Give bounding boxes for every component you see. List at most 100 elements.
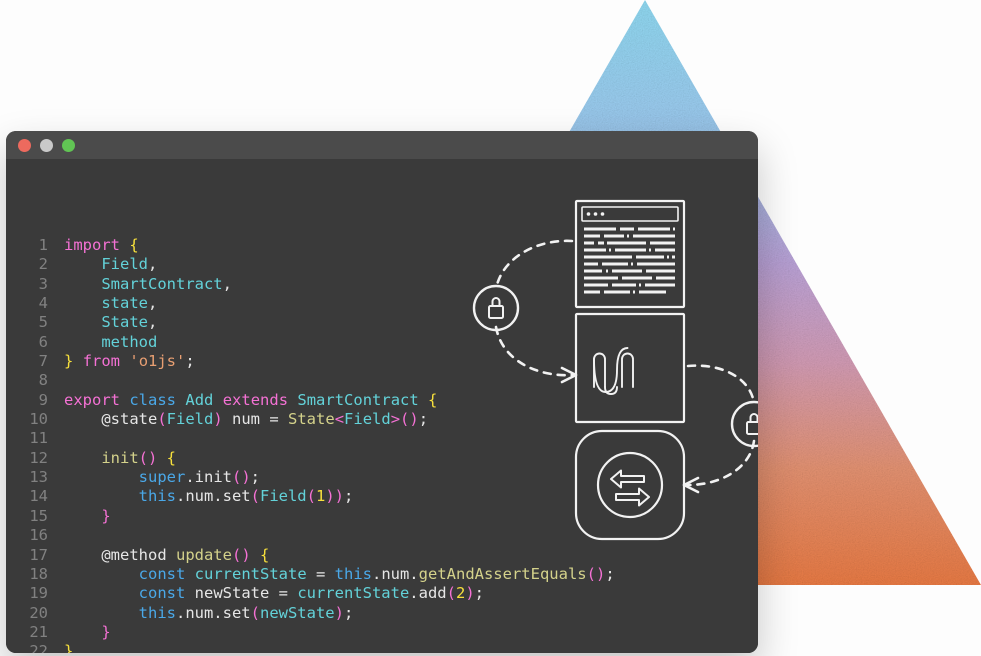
- code-token: super: [138, 468, 186, 487]
- code-token: }: [64, 642, 74, 653]
- code-tokens[interactable]: import {: [64, 236, 139, 254]
- code-line: 13 super.init();: [6, 468, 615, 487]
- code-token: ;: [418, 410, 429, 429]
- code-token: {: [129, 236, 139, 254]
- minimize-button[interactable]: [40, 138, 53, 152]
- code-token: .num.: [371, 564, 419, 583]
- code-tokens[interactable]: @state(Field) num = State<Field>();: [64, 410, 428, 428]
- code-token: SmartContract: [297, 390, 419, 409]
- code-tokens[interactable]: export class Add extends SmartContract {: [64, 391, 437, 409]
- code-tokens[interactable]: init() {: [64, 449, 176, 467]
- code-token: currentState: [297, 584, 410, 603]
- line-number: 3: [38, 274, 48, 293]
- code-token: newState: [259, 603, 335, 622]
- code-line: 15 }: [6, 507, 615, 526]
- editor-body[interactable]: 1 import {2 Field, 3 SmartContract, 4 state…: [6, 159, 758, 653]
- code-token: >(): [390, 410, 419, 429]
- code-tokens[interactable]: }: [64, 623, 110, 641]
- code-token: State: [288, 410, 335, 429]
- line-number: 6: [38, 332, 48, 351]
- code-token: (: [306, 487, 316, 506]
- maximize-button[interactable]: [62, 138, 75, 152]
- code-token: extends: [222, 390, 289, 409]
- code-token: (): [232, 468, 251, 487]
- code-editor-window[interactable]: 1 import {2 Field, 3 SmartContract, 4 state…: [6, 131, 758, 653]
- code-token: ,: [222, 274, 232, 293]
- code-tokens[interactable]: this.num.set(newState);: [64, 603, 354, 622]
- code-line: 22}: [6, 642, 615, 653]
- code-token: SmartContract: [101, 274, 223, 293]
- code-line: 4 state,: [6, 294, 615, 313]
- code-tokens[interactable]: } from 'o1js';: [64, 352, 195, 370]
- code-tokens[interactable]: }: [64, 507, 110, 525]
- code-token: update: [175, 545, 232, 564]
- code-line: 12 init() {: [6, 449, 615, 468]
- code-line: 3 SmartContract,: [6, 275, 615, 294]
- code-tokens[interactable]: @method update() {: [64, 546, 269, 564]
- code-token: this: [138, 603, 176, 622]
- code-token: (): [586, 564, 606, 583]
- line-number: 9: [38, 390, 48, 409]
- line-number: 12: [29, 448, 48, 467]
- code-token: this: [138, 487, 176, 506]
- code-token: <: [334, 410, 345, 429]
- code-token: const: [138, 584, 186, 603]
- code-token: (: [250, 603, 260, 622]
- code-token: (: [446, 584, 456, 603]
- code-tokens[interactable]: const newState = currentState.add(2);: [64, 584, 484, 602]
- code-token: Field: [166, 410, 214, 429]
- line-number: 13: [29, 468, 48, 487]
- line-number: 11: [29, 429, 48, 448]
- code-content[interactable]: 1 import {2 Field, 3 SmartContract, 4 state…: [6, 159, 615, 653]
- code-line: 16: [6, 526, 615, 545]
- code-line: 18 const currentState = this.num.getAndA…: [6, 565, 615, 584]
- flow-arrow-right: [686, 364, 756, 487]
- line-number: 10: [29, 410, 48, 429]
- code-token: .num.set: [175, 487, 251, 506]
- line-number: 17: [29, 545, 48, 564]
- code-line: 19 const newState = currentState.add(2);: [6, 584, 615, 603]
- close-button[interactable]: [18, 138, 31, 152]
- code-token: Field: [344, 410, 391, 429]
- window-titlebar[interactable]: [6, 131, 758, 159]
- code-token: .init: [185, 468, 232, 487]
- code-tokens[interactable]: method: [64, 333, 157, 351]
- code-line: 5 State,: [6, 313, 615, 332]
- code-token: from: [82, 352, 121, 371]
- code-line: 8: [6, 371, 615, 390]
- code-line: 6 method: [6, 333, 615, 352]
- code-tokens[interactable]: SmartContract,: [64, 275, 232, 293]
- code-token: {: [260, 545, 270, 564]
- code-token: @state: [64, 410, 158, 429]
- code-token: const: [138, 564, 186, 583]
- code-tokens[interactable]: const currentState = this.num.getAndAsse…: [64, 565, 615, 583]
- code-tokens[interactable]: this.num.set(Field(1));: [64, 487, 354, 506]
- line-number: 7: [38, 352, 48, 371]
- code-tokens[interactable]: }: [64, 642, 73, 653]
- code-tokens[interactable]: state,: [64, 294, 157, 312]
- line-number: 14: [29, 487, 48, 506]
- code-line: 2 Field,: [6, 255, 615, 274]
- line-number: 16: [29, 526, 48, 545]
- code-tokens[interactable]: Field,: [64, 255, 157, 273]
- code-tokens[interactable]: State,: [64, 313, 157, 331]
- line-number: 21: [29, 622, 48, 641]
- code-tokens[interactable]: super.init();: [64, 468, 260, 486]
- lock-icon: [730, 400, 758, 448]
- line-number: 19: [29, 584, 48, 603]
- code-token: (): [138, 448, 158, 467]
- code-token: ,: [148, 313, 158, 332]
- code-token: ,: [148, 255, 158, 274]
